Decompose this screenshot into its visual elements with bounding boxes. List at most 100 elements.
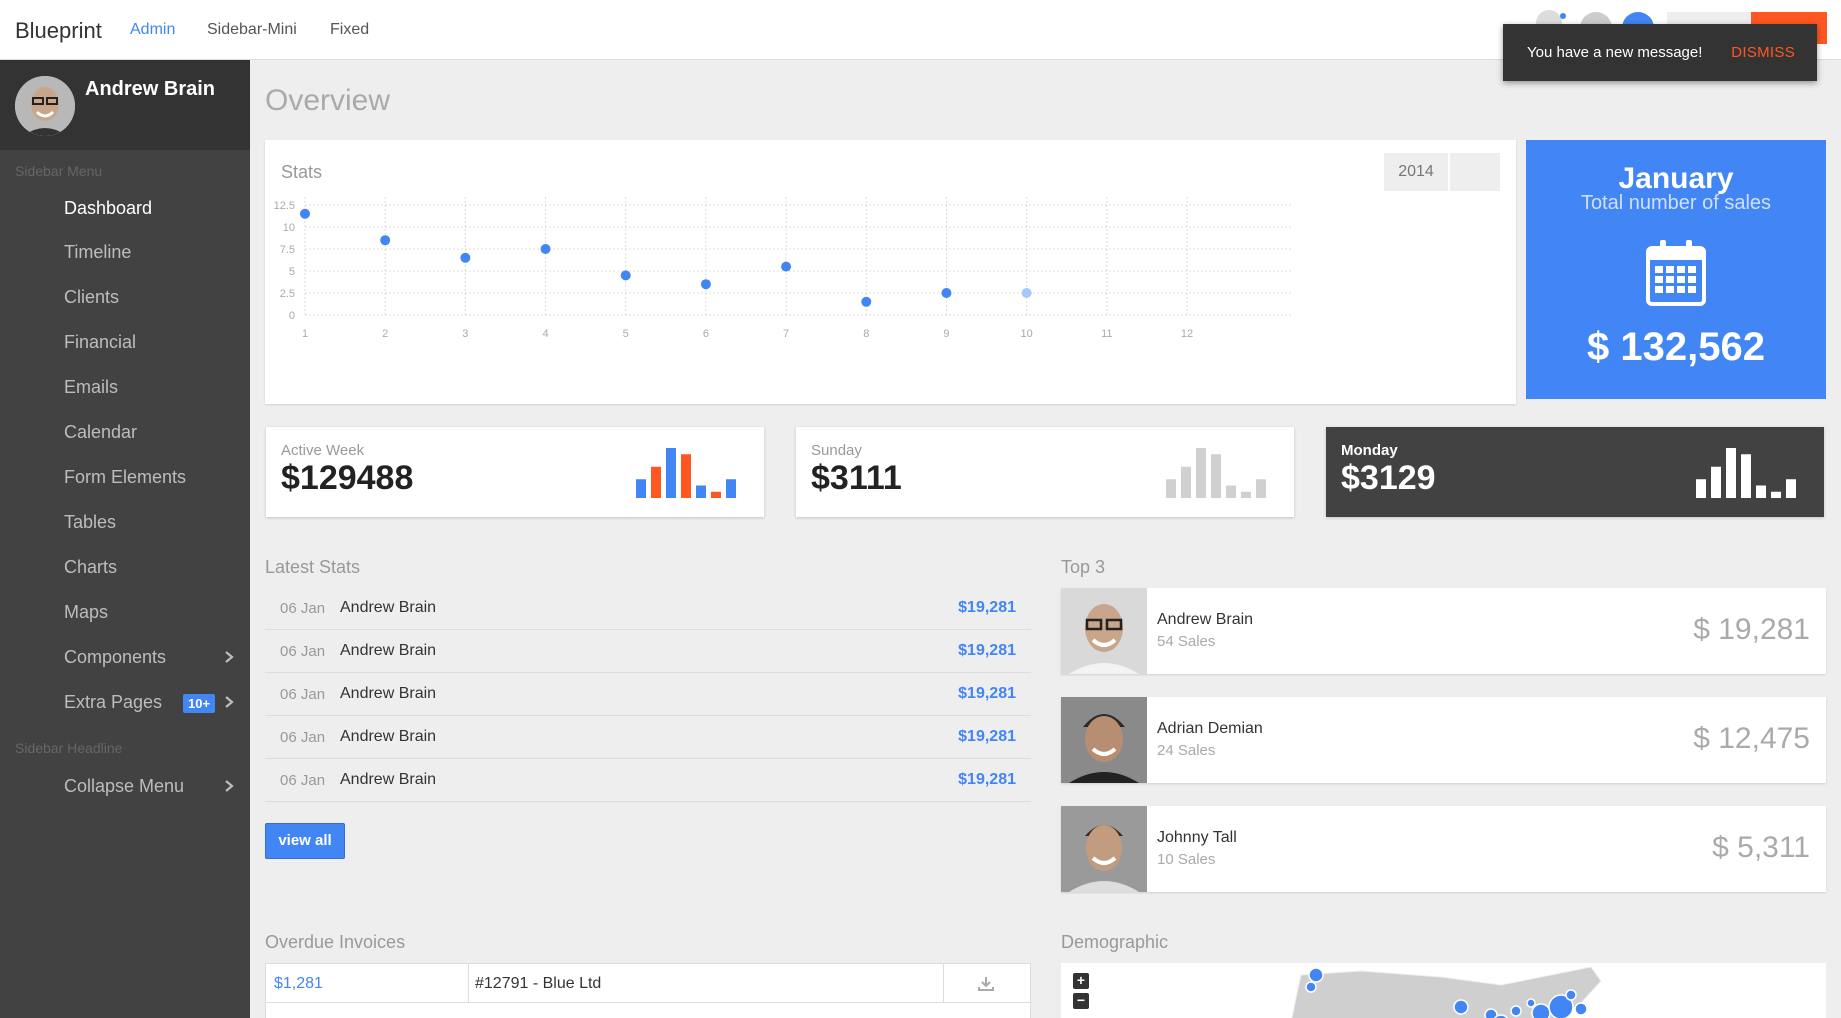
table-row[interactable]: 06 Jan Andrew Brain $19,281 xyxy=(265,716,1031,759)
scatter-point[interactable] xyxy=(620,270,631,281)
row-date: 06 Jan xyxy=(280,686,326,703)
sidebar-item-financial[interactable]: Financial xyxy=(0,322,250,362)
scatter-point[interactable] xyxy=(540,244,551,254)
nav-admin[interactable]: Admin xyxy=(130,21,175,39)
scatter-point[interactable] xyxy=(300,208,310,219)
january-title: January xyxy=(1618,162,1734,195)
scatter-point[interactable] xyxy=(1021,288,1032,298)
scatter-point[interactable] xyxy=(941,288,952,298)
sidebar: Andrew Brain Sidebar Menu Dashboard Time… xyxy=(0,60,250,1018)
seller-name: Johnny Tall xyxy=(1157,829,1237,846)
row-amount[interactable]: $19,281 xyxy=(958,728,1016,746)
table-row[interactable]: 06 Jan Andrew Brain $19,281 xyxy=(265,587,1031,630)
y-tick-label: 0 xyxy=(289,310,295,322)
y-tick-label: 7.5 xyxy=(280,244,295,256)
sidebar-item-emails[interactable]: Emails xyxy=(0,367,250,407)
sidebar-item-tables[interactable]: Tables xyxy=(0,502,250,542)
sidebar-item-components[interactable]: Components xyxy=(0,637,250,677)
sidebar-item-calendar[interactable]: Calendar xyxy=(0,412,250,452)
row-name: Andrew Brain xyxy=(340,685,437,702)
mini-bar xyxy=(1211,454,1221,498)
mini-bar xyxy=(1181,466,1191,498)
sidebar-item-maps[interactable]: Maps xyxy=(0,592,250,632)
invoice-amount[interactable]: $1,281 xyxy=(274,975,323,993)
sidebar-profile: Andrew Brain xyxy=(0,60,250,150)
mini-bar xyxy=(1226,485,1236,498)
avatar-face-icon xyxy=(15,76,75,136)
row-amount[interactable]: $19,281 xyxy=(958,771,1016,789)
row-amount[interactable]: $19,281 xyxy=(958,599,1016,617)
nav-sidebar-mini[interactable]: Sidebar-Mini xyxy=(207,21,297,39)
seller-sales: 24 Sales xyxy=(1157,742,1216,759)
scatter-point[interactable] xyxy=(460,252,471,263)
latest-stats-title: Latest Stats xyxy=(265,557,361,577)
sidebar-item-label: Charts xyxy=(64,557,118,577)
mini-stat-sunday: Sunday $3111 xyxy=(796,427,1294,517)
chevron-right-icon xyxy=(225,651,234,663)
brand-logo[interactable]: Blueprint xyxy=(15,18,102,44)
chevron-right-icon xyxy=(225,780,234,792)
top-seller-card[interactable]: Andrew Brain 54 Sales $ 19,281 xyxy=(1061,588,1826,674)
top3-title: Top 3 xyxy=(1061,557,1106,577)
table-row[interactable]: 06 Jan Andrew Brain $19,281 xyxy=(265,630,1031,673)
sidebar-item-label: Form Elements xyxy=(64,467,187,487)
x-tick-label: 3 xyxy=(462,328,468,340)
count-badge: 10+ xyxy=(183,694,216,713)
sidebar-item-label: Collapse Menu xyxy=(64,776,185,796)
scatter-point[interactable] xyxy=(781,261,792,272)
mini-bar xyxy=(1711,466,1721,498)
seller-value: $ 12,475 xyxy=(1693,722,1810,755)
row-amount[interactable]: $19,281 xyxy=(958,642,1016,660)
view-all-button[interactable]: view all xyxy=(265,823,345,859)
nav-fixed[interactable]: Fixed xyxy=(330,21,369,39)
mini-bar xyxy=(726,479,736,498)
scatter-point[interactable] xyxy=(380,235,391,246)
x-tick-label: 12 xyxy=(1181,328,1193,340)
sidebar-item-dashboard[interactable]: Dashboard xyxy=(0,188,250,228)
x-tick-label: 8 xyxy=(863,328,869,340)
table-row[interactable]: 06 Jan Andrew Brain $19,281 xyxy=(265,673,1031,716)
x-tick-label: 2 xyxy=(382,328,388,340)
sidebar-item-label: Timeline xyxy=(64,242,132,262)
row-date: 06 Jan xyxy=(280,600,326,617)
sidebar-item-form-elements[interactable]: Form Elements xyxy=(0,457,250,497)
dismiss-button[interactable]: DISMISS xyxy=(1731,44,1795,61)
profile-name[interactable]: Andrew Brain xyxy=(85,78,215,101)
seller-sales: 54 Sales xyxy=(1157,633,1216,650)
scatter-point[interactable] xyxy=(861,296,872,307)
us-map[interactable] xyxy=(1061,963,1826,1018)
mini-bar xyxy=(711,491,721,498)
seller-photo xyxy=(1061,588,1147,674)
x-tick-label: 11 xyxy=(1101,328,1112,340)
mini-stat-label: Sunday xyxy=(811,442,862,459)
person-photo-icon xyxy=(1061,806,1147,892)
mini-bar-chart xyxy=(1166,448,1266,498)
person-photo-icon xyxy=(1061,588,1147,674)
sidebar-item-timeline[interactable]: Timeline xyxy=(0,232,250,272)
invoice-table: $1,281 #12791 - Blue Ltd xyxy=(265,963,1032,1018)
avatar[interactable] xyxy=(15,76,75,136)
sidebar-item-charts[interactable]: Charts xyxy=(0,547,250,587)
top-seller-card[interactable]: Johnny Tall 10 Sales $ 5,311 xyxy=(1061,806,1826,892)
seller-value: $ 5,311 xyxy=(1712,831,1810,864)
mini-stat-value: $3111 xyxy=(811,459,902,497)
overdue-invoices-title: Overdue Invoices xyxy=(265,932,406,952)
sidebar-item-clients[interactable]: Clients xyxy=(0,277,250,317)
sidebar-item-collapse-menu[interactable]: Collapse Menu xyxy=(0,766,250,806)
sidebar-headline: Sidebar Headline xyxy=(15,740,123,756)
sidebar-item-extra-pages[interactable]: Extra Pages 10+ xyxy=(0,682,250,722)
sidebar-item-label: Calendar xyxy=(64,422,138,442)
y-tick-label: 10 xyxy=(283,222,295,234)
table-row[interactable]: $1,281 #12791 - Blue Ltd xyxy=(266,964,1032,1003)
seller-photo xyxy=(1061,697,1147,783)
column-divider xyxy=(468,964,469,1003)
column-divider xyxy=(943,964,944,1003)
download-icon[interactable] xyxy=(978,976,994,992)
mini-bar xyxy=(1241,491,1251,498)
x-tick-label: 7 xyxy=(783,328,789,340)
row-amount[interactable]: $19,281 xyxy=(958,685,1016,703)
x-tick-label: 6 xyxy=(703,328,709,340)
top-seller-card[interactable]: Adrian Demian 24 Sales $ 12,475 xyxy=(1061,697,1826,783)
table-row[interactable]: 06 Jan Andrew Brain $19,281 xyxy=(265,759,1031,802)
scatter-point[interactable] xyxy=(700,279,711,290)
